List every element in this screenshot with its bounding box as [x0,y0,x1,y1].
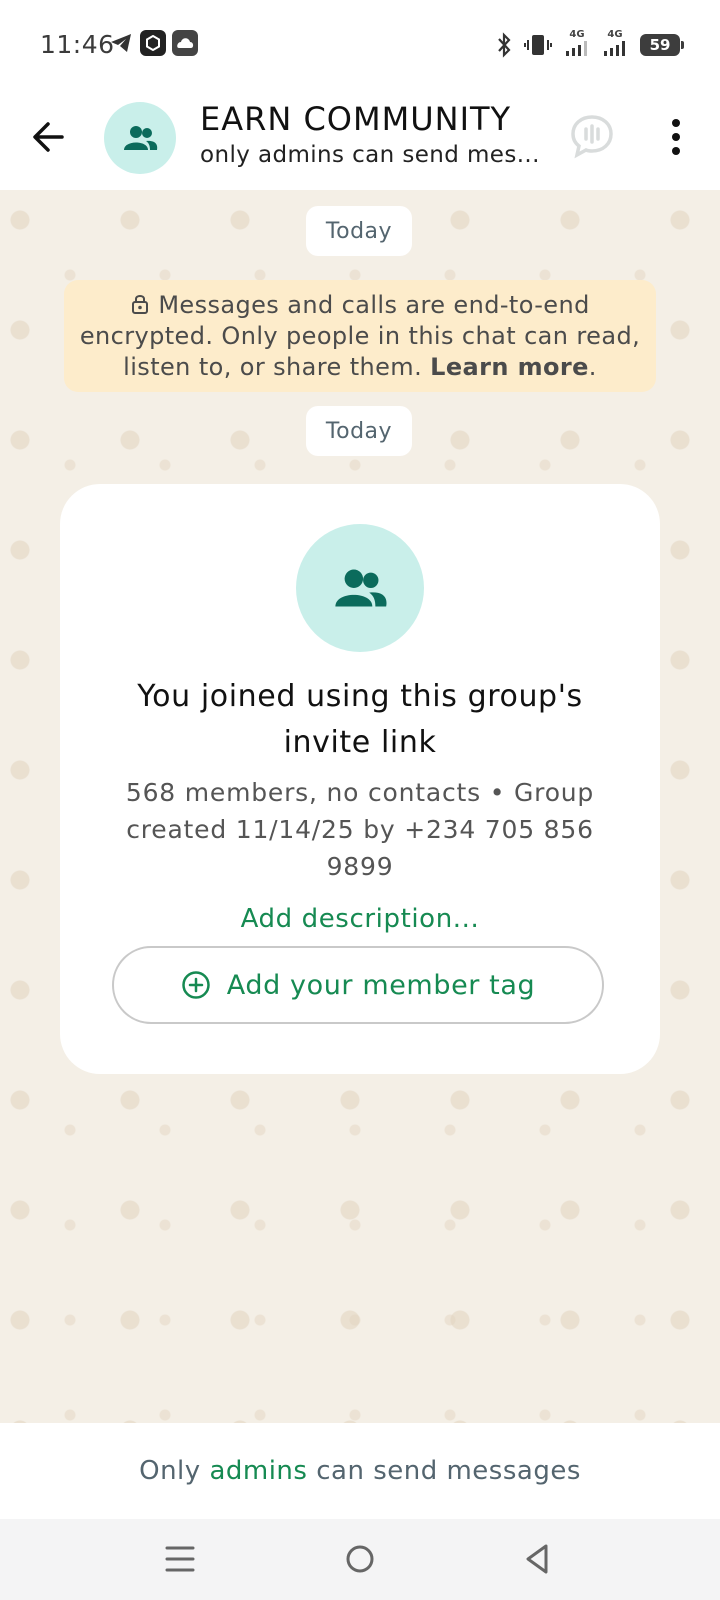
admin-only-footer: Only admins can send messages [0,1423,720,1519]
group-avatar-icon [335,569,387,607]
status-right-icons: 4G 4G 59 [496,30,684,60]
vibrate-icon [524,35,552,55]
more-vert-icon[interactable] [656,114,696,160]
add-description-link[interactable]: Add description... [100,904,620,934]
footer-text-after: can send messages [316,1456,581,1486]
date-chip: Today [306,206,412,256]
group-avatar-icon [124,126,158,150]
cloud-icon [172,30,198,56]
notification-icons [108,30,198,56]
signal-icon: 4G [602,30,628,60]
signal-icon: 4G [564,30,590,60]
app-icon [140,30,166,56]
group-avatar-large [296,524,424,652]
add-member-tag-label: Add your member tag [226,969,536,1001]
group-info-text: 568 members, no contacts • Group created… [125,778,595,881]
joined-message: You joined using this group's invite lin… [137,679,583,760]
status-bar: 11:46 4G 4G 59 [0,0,720,90]
chat-title[interactable]: EARN COMMUNITY [200,100,511,138]
learn-more-suffix: . [588,353,597,381]
status-time: 11:46 [40,30,115,59]
encryption-notice[interactable]: Messages and calls are end-to-end encryp… [64,280,656,392]
system-nav-bar [0,1519,720,1600]
date-chip: Today [306,406,412,456]
group-info-card: You joined using this group's invite lin… [60,484,660,1074]
group-avatar[interactable] [104,102,176,174]
footer-text-before: Only [139,1456,201,1486]
telegram-icon [111,34,131,52]
bluetooth-icon [498,32,511,58]
chat-header: EARN COMMUNITY only admins can send mes.… [0,90,720,190]
back-arrow-icon[interactable] [26,114,72,160]
menu-icon[interactable] [160,1539,200,1579]
home-circle-icon[interactable] [340,1539,380,1579]
learn-more-link[interactable]: Learn more [430,353,589,381]
lock-icon [132,295,149,314]
voice-chat-icon[interactable] [568,112,616,160]
back-triangle-icon[interactable] [518,1539,558,1579]
admins-link[interactable]: admins [209,1456,307,1486]
chat-subtitle[interactable]: only admins can send mes... [200,142,540,168]
chat-area[interactable]: Today Messages and calls are end-to-end … [0,190,720,1423]
add-circle-icon [182,971,210,999]
add-member-tag-button[interactable]: Add your member tag [112,946,604,1024]
battery-icon: 59 [640,34,684,56]
